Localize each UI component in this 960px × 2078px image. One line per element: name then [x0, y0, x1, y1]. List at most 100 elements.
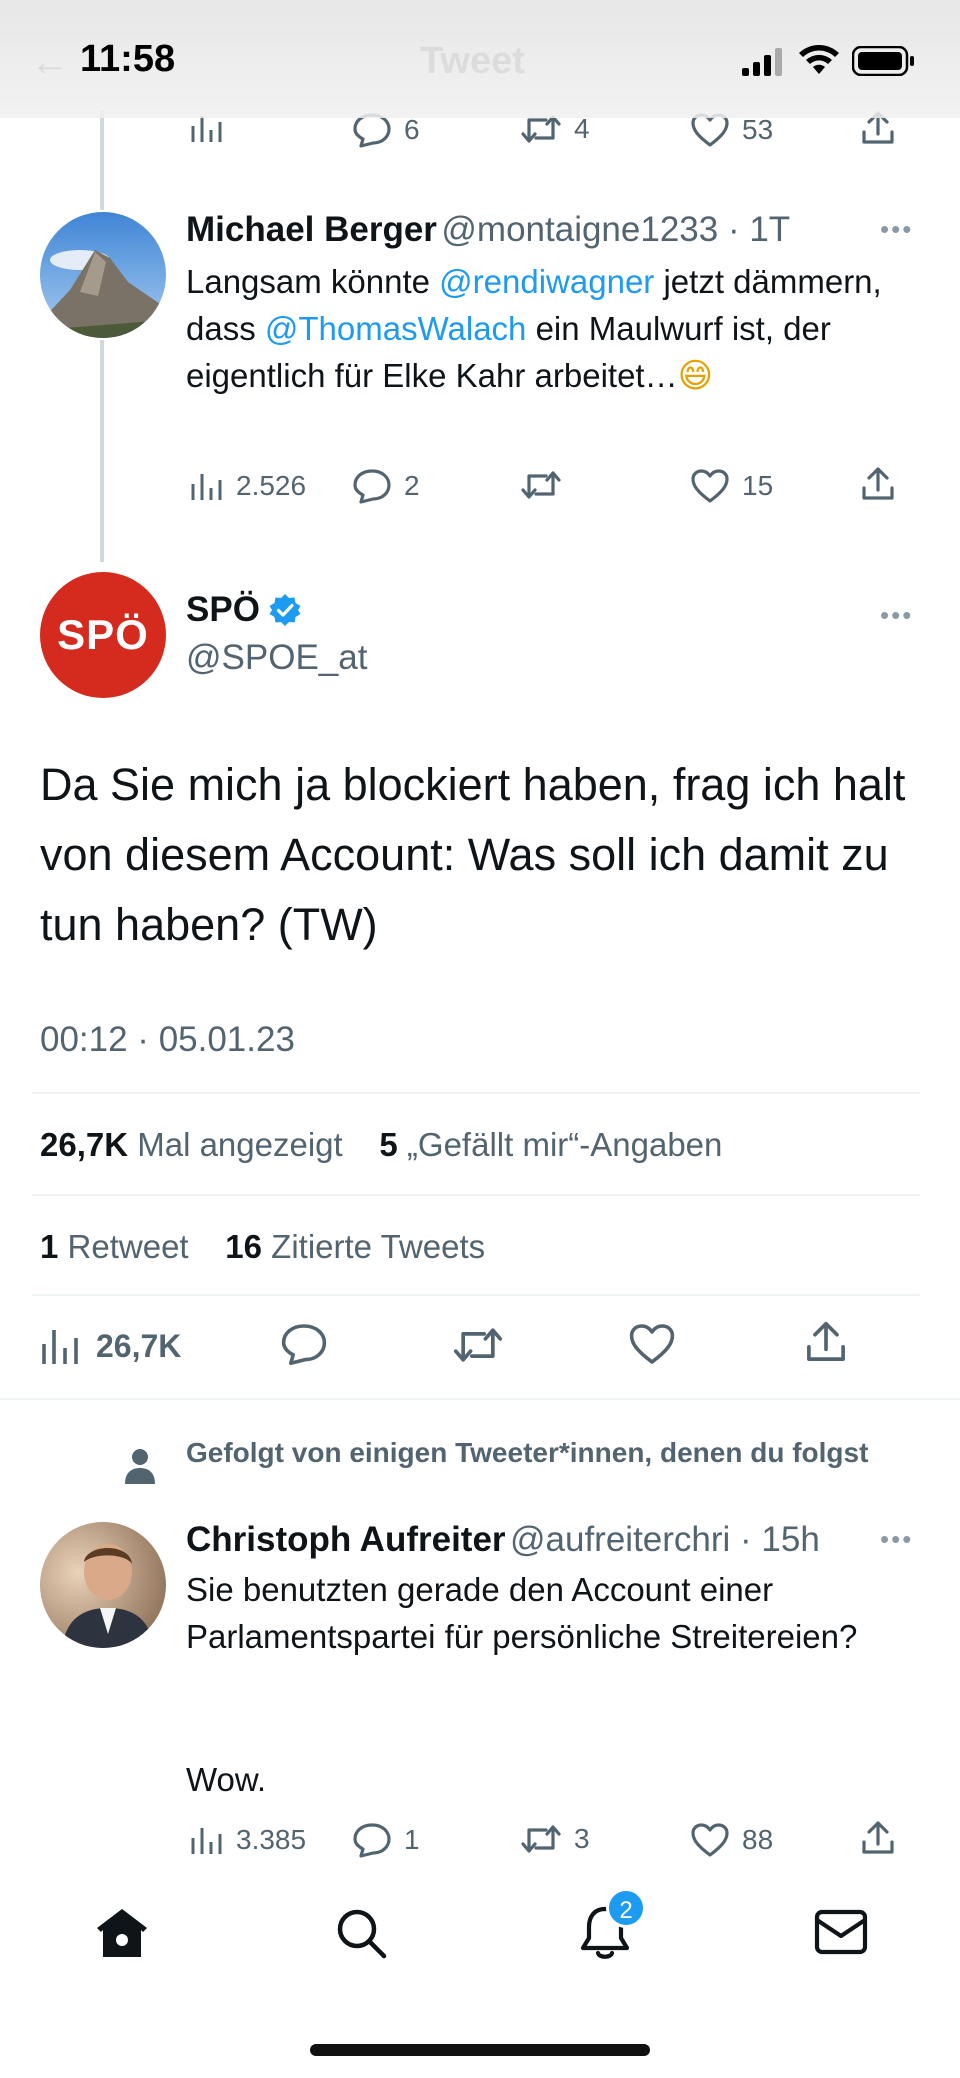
- main-tweet: SPÖ SPÖ @SPOE_at ••• Da Sie mich ja bloc…: [0, 560, 960, 1400]
- analytics-button[interactable]: 26,7K: [40, 1326, 181, 1366]
- divider: [32, 1092, 920, 1094]
- like-button[interactable]: 15: [690, 468, 773, 504]
- thread-line: [100, 340, 104, 562]
- more-icon[interactable]: •••: [880, 1524, 913, 1555]
- retweet-icon: [521, 1825, 561, 1853]
- likes-label: „Gefällt mir“-Angaben: [406, 1126, 723, 1163]
- notification-badge: 2: [606, 1888, 646, 1928]
- reply-button[interactable]: [280, 1322, 328, 1366]
- likes-count: 5: [379, 1126, 398, 1163]
- avatar-spoe[interactable]: SPÖ: [40, 572, 166, 698]
- retweet-icon: [453, 1328, 503, 1362]
- wifi-icon: [799, 45, 839, 74]
- tweet-header: Michael Berger @montaigne1233 · 1T: [186, 210, 790, 250]
- status-bar: ← Tweet 11:58: [0, 0, 960, 118]
- like-icon: [629, 1324, 675, 1364]
- reply-icon: [353, 1823, 391, 1858]
- tweet-text-paragraph-1: Sie benutzten gerade den Account einer P…: [186, 1571, 858, 1655]
- likes-stat[interactable]: 5 „Gefällt mir“-Angaben: [379, 1126, 722, 1163]
- avatar-michael-berger[interactable]: [40, 212, 166, 338]
- retweet-button[interactable]: [452, 1324, 504, 1366]
- author-handle-time: @montaigne1233 · 1T: [441, 210, 791, 249]
- main-tweet-actions: 26,7K: [0, 1320, 960, 1382]
- divider: [32, 1294, 920, 1296]
- analytics-button[interactable]: 3.385: [190, 1824, 306, 1856]
- tweet-text-paragraph-2: Wow.: [186, 1761, 267, 1798]
- retweet-count: 3: [574, 1823, 590, 1854]
- share-button[interactable]: [860, 466, 896, 502]
- author-name-row: SPÖ: [186, 590, 302, 630]
- reply-icon: [281, 1324, 327, 1365]
- author-name[interactable]: Michael Berger: [186, 210, 437, 249]
- share-icon: [862, 467, 894, 500]
- retweet-button[interactable]: [520, 468, 574, 502]
- tweet-text: Da Sie mich ja blockiert haben, frag ich…: [40, 759, 906, 950]
- avatar-logo-text: SPÖ: [57, 611, 149, 658]
- like-count: 88: [742, 1824, 774, 1855]
- more-icon[interactable]: •••: [880, 600, 913, 631]
- retweet-icon: [521, 471, 561, 499]
- retweets-stat[interactable]: 1 Retweet: [40, 1228, 189, 1265]
- analytics-icon: [191, 474, 222, 500]
- search-icon: [337, 1909, 387, 1959]
- tweet-actions: 3.385 1 3 88: [0, 1820, 960, 1872]
- screen-title: Tweet: [420, 40, 525, 82]
- more-icon[interactable]: •••: [880, 214, 913, 245]
- like-count: 53: [742, 114, 774, 145]
- author-handle[interactable]: @SPOE_at: [186, 638, 367, 678]
- retweets-count: 1: [40, 1228, 59, 1265]
- retweet-stats-row: 1 Retweet 16 Zitierte Tweets: [40, 1228, 485, 1266]
- tweet-actions: 2.526 2 15: [0, 466, 960, 518]
- back-arrow-icon[interactable]: ←: [30, 40, 70, 85]
- person-icon: [125, 1449, 155, 1484]
- views-stat[interactable]: 26,7K Mal angezeigt: [40, 1126, 343, 1163]
- reply-tweet-christoph-aufreiter[interactable]: Gefolgt von einigen Tweeter*innen, denen…: [0, 1420, 960, 1870]
- home-indicator: [310, 2044, 650, 2056]
- share-icon: [807, 1321, 845, 1361]
- reply-button[interactable]: 1: [352, 1822, 420, 1858]
- quotes-label: Zitierte Tweets: [271, 1228, 486, 1265]
- like-icon: [691, 1823, 729, 1857]
- like-count: 15: [742, 470, 774, 501]
- reply-tweet-michael-berger[interactable]: Michael Berger @montaigne1233 · 1T ••• L…: [0, 200, 960, 562]
- analytics-icon: [42, 1330, 78, 1364]
- tab-notifications[interactable]: 2: [578, 1888, 646, 1962]
- divider: [0, 1398, 960, 1400]
- retweet-button[interactable]: 3: [520, 1822, 590, 1856]
- author-name[interactable]: SPÖ: [186, 590, 260, 630]
- tweet-timestamp[interactable]: 00:12 · 05.01.23: [40, 1020, 295, 1060]
- share-icon: [862, 1821, 894, 1854]
- share-button[interactable]: [860, 1820, 896, 1856]
- mention-link[interactable]: @ThomasWalach: [265, 310, 527, 347]
- share-button[interactable]: [804, 1320, 848, 1364]
- retweets-label: Retweet: [67, 1228, 189, 1265]
- views-label: Mal angezeigt: [137, 1126, 343, 1163]
- quotes-stat[interactable]: 16 Zitierte Tweets: [225, 1228, 485, 1265]
- home-icon: [97, 1909, 147, 1957]
- bottom-tab-bar: 2: [0, 1880, 960, 2078]
- mail-icon: [814, 1909, 868, 1955]
- view-count: 2.526: [236, 470, 307, 501]
- text-segment: Langsam könnte: [186, 263, 440, 300]
- author-name[interactable]: Christoph Aufreiter: [186, 1520, 506, 1559]
- reply-count: 6: [404, 114, 420, 145]
- tweet-header: Christoph Aufreiter @aufreiterchri · 15h: [186, 1520, 820, 1560]
- view-count: 3.385: [236, 1824, 307, 1855]
- reply-button[interactable]: 2: [352, 468, 420, 504]
- like-icon: [691, 469, 729, 503]
- battery-icon: [852, 46, 914, 76]
- reply-count: 2: [404, 470, 420, 501]
- analytics-button[interactable]: 2.526: [190, 470, 306, 502]
- analytics-icon: [191, 1828, 222, 1854]
- cellular-signal-icon: [742, 48, 782, 76]
- tab-search[interactable]: [334, 1906, 388, 1960]
- social-context: Gefolgt von einigen Tweeter*innen, denen…: [186, 1437, 869, 1468]
- tab-home[interactable]: [94, 1906, 150, 1960]
- mention-link[interactable]: @rendiwagner: [439, 263, 654, 300]
- tab-messages[interactable]: [814, 1908, 868, 1956]
- like-button[interactable]: [628, 1322, 676, 1366]
- views-count: 26,7K: [40, 1126, 129, 1163]
- avatar-christoph-aufreiter[interactable]: [40, 1522, 166, 1648]
- like-button[interactable]: 88: [690, 1822, 773, 1858]
- verified-badge-icon: [269, 594, 301, 626]
